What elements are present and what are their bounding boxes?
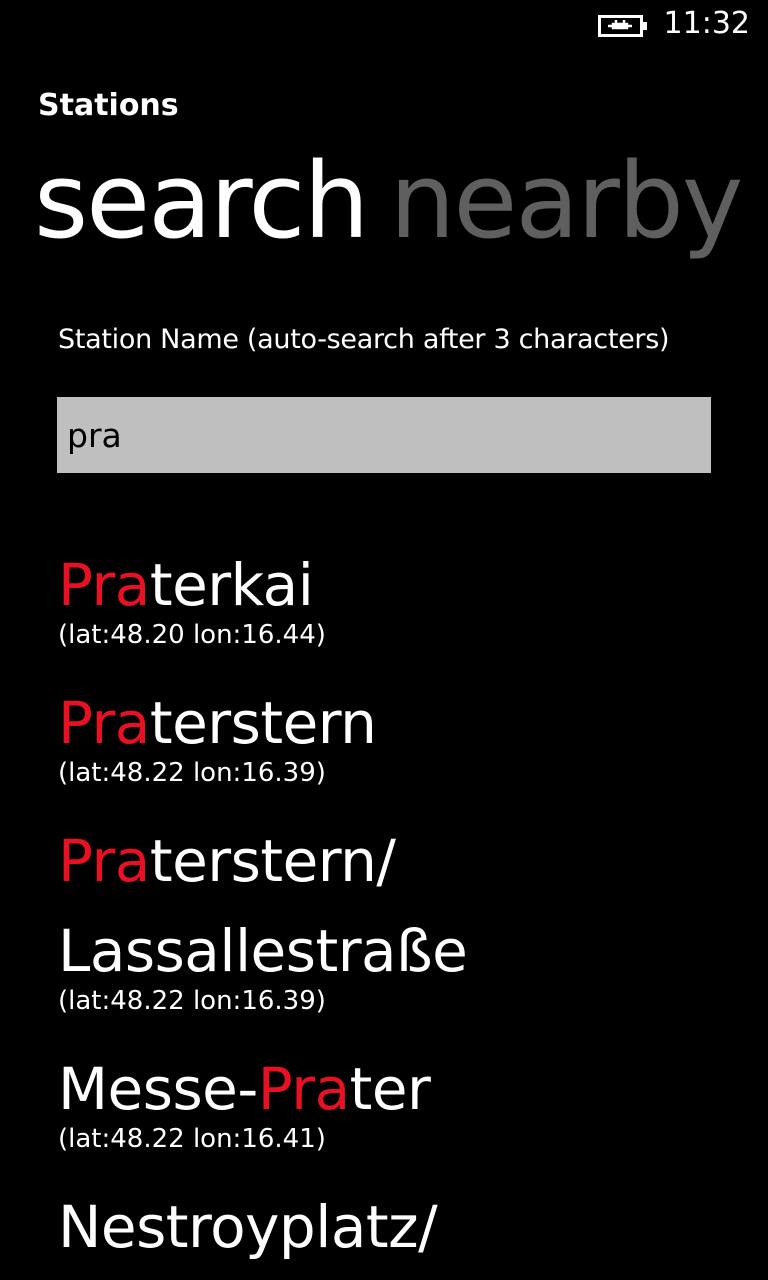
station-name-prefix: Nestroyplatz/ — [58, 1193, 438, 1261]
list-item[interactable]: Praterstern/ Lassallestraße (lat:48.22 l… — [58, 816, 758, 1016]
station-coords: (lat:48.22 lon:16.39) — [58, 758, 326, 788]
station-name-label: Station Name (auto-search after 3 charac… — [58, 324, 670, 355]
station-name: Praterstern — [58, 678, 758, 768]
station-name: Messe-Prater — [58, 1044, 758, 1134]
pivot-tab-nearby[interactable]: nearby — [389, 136, 743, 266]
station-name-match: Pra — [58, 827, 150, 895]
app-title: Stations — [38, 88, 179, 123]
station-search-input[interactable] — [57, 397, 711, 473]
pivot-header: search nearby — [34, 136, 743, 266]
battery-charging-icon — [598, 15, 647, 37]
screen: 11:32 Stations search nearby Station Name… — [0, 0, 768, 1280]
station-name-match: Pra — [58, 551, 150, 619]
results-list: Praterkai (lat:48.20 lon:16.44) Praterst… — [58, 540, 758, 1280]
station-name: Nestroyplatz/ — [58, 1182, 758, 1272]
status-bar: 11:32 — [0, 0, 768, 50]
list-item[interactable]: Praterstern (lat:48.22 lon:16.39) — [58, 678, 758, 788]
station-name-suffix: terstern — [149, 689, 377, 757]
station-name-suffix: ter — [349, 1055, 431, 1123]
status-clock: 11:32 — [663, 6, 750, 41]
station-name-match: Pra — [257, 1055, 350, 1123]
station-name: Praterstern/ Lassallestraße — [58, 816, 488, 996]
station-name: Praterkai — [58, 540, 758, 630]
station-coords: (lat:48.20 lon:16.44) — [58, 620, 326, 650]
list-item[interactable]: Nestroyplatz/ — [58, 1182, 758, 1272]
station-name-suffix: terkai — [149, 551, 314, 619]
station-name-match: Pra — [58, 689, 150, 757]
list-item[interactable]: Messe-Prater (lat:48.22 lon:16.41) — [58, 1044, 758, 1154]
pivot-tab-search[interactable]: search — [34, 136, 369, 266]
station-name-prefix: Messe- — [58, 1055, 258, 1123]
list-item[interactable]: Praterkai (lat:48.20 lon:16.44) — [58, 540, 758, 650]
